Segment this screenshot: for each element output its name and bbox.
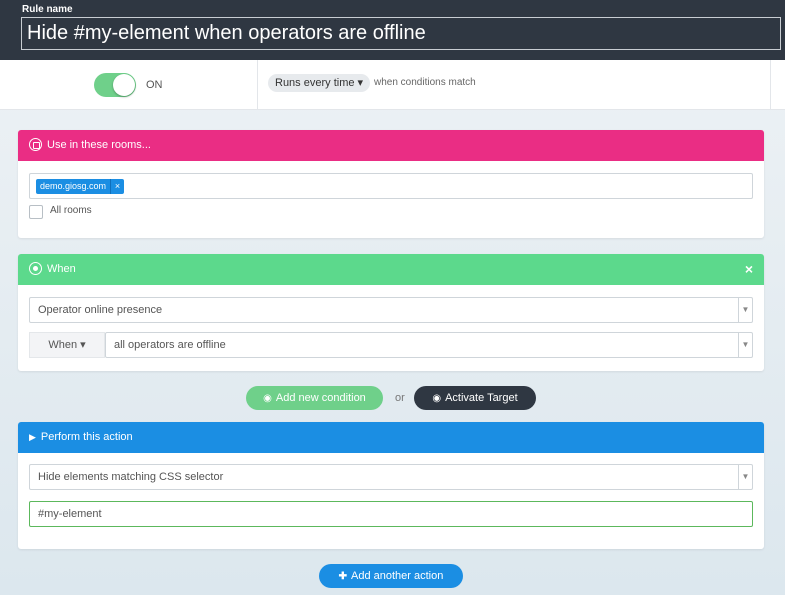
rooms-tag-input[interactable]: demo.giosg.com × xyxy=(29,173,753,199)
condition-type-select[interactable]: Operator online presence ▼ xyxy=(29,297,753,323)
action-type-select[interactable]: Hide elements matching CSS selector ▼ xyxy=(29,464,753,490)
when-panel: When × Operator online presence ▼ When ▾… xyxy=(18,254,764,371)
runs-frequency-suffix: when conditions match xyxy=(374,77,476,88)
chevron-down-icon: ▼ xyxy=(738,465,752,489)
runs-frequency-dropdown[interactable]: Runs every time ▾ xyxy=(268,74,371,92)
condition-value: all operators are offline xyxy=(114,339,226,351)
when-operator-dropdown[interactable]: When ▾ xyxy=(29,332,105,358)
add-action-button[interactable]: ✚ Add another action xyxy=(319,564,463,588)
rule-active-toggle[interactable] xyxy=(94,73,136,97)
plus-icon: ✚ xyxy=(338,571,348,582)
target-icon xyxy=(29,262,42,275)
condition-type-value: Operator online presence xyxy=(38,304,163,316)
add-condition-label: Add new condition xyxy=(275,392,366,404)
rule-name-label: Rule name xyxy=(22,4,73,15)
status-row: ON Runs every time ▾ when conditions mat… xyxy=(0,60,785,110)
all-rooms-label: All rooms xyxy=(50,205,92,216)
add-condition-button[interactable]: ◉ Add new condition xyxy=(246,386,383,410)
when-panel-header: When × xyxy=(18,254,764,285)
or-separator: or xyxy=(395,392,405,404)
target-icon: ◉ xyxy=(432,393,442,404)
all-rooms-checkbox[interactable] xyxy=(29,205,43,219)
chevron-down-icon: ▼ xyxy=(738,333,752,357)
toggle-label: ON xyxy=(146,79,163,91)
play-icon: ▶ xyxy=(29,432,36,442)
toggle-knob xyxy=(113,74,135,96)
action-panel-title: Perform this action xyxy=(40,431,133,443)
divider xyxy=(257,60,258,110)
target-icon: ◉ xyxy=(263,393,272,404)
rule-name-input[interactable]: Hide #my-element when operators are offl… xyxy=(21,17,781,50)
action-panel: ▶ Perform this action Hide elements match… xyxy=(18,422,764,549)
rooms-panel-title: Use in these rooms... xyxy=(47,139,151,151)
remove-tag-icon[interactable]: × xyxy=(110,179,124,194)
room-icon xyxy=(29,138,42,151)
action-type-value: Hide elements matching CSS selector xyxy=(38,471,224,483)
close-icon[interactable]: × xyxy=(745,254,753,285)
action-panel-header: ▶ Perform this action xyxy=(18,422,764,453)
activate-target-label: Activate Target xyxy=(445,392,518,404)
rooms-panel: Use in these rooms... demo.giosg.com × A… xyxy=(18,130,764,238)
when-panel-title: When xyxy=(47,263,76,275)
rule-header: Rule name Hide #my-element when operator… xyxy=(0,0,785,60)
chevron-down-icon: ▼ xyxy=(738,298,752,322)
activate-target-button[interactable]: ◉ Activate Target xyxy=(414,386,536,410)
add-action-label: Add another action xyxy=(351,570,444,582)
room-tag-label: demo.giosg.com xyxy=(40,181,107,191)
rooms-panel-header: Use in these rooms... xyxy=(18,130,764,161)
condition-value-select[interactable]: all operators are offline ▼ xyxy=(105,332,753,358)
css-selector-input[interactable]: #my-element xyxy=(29,501,753,527)
divider xyxy=(770,60,771,110)
room-tag: demo.giosg.com × xyxy=(36,179,125,194)
